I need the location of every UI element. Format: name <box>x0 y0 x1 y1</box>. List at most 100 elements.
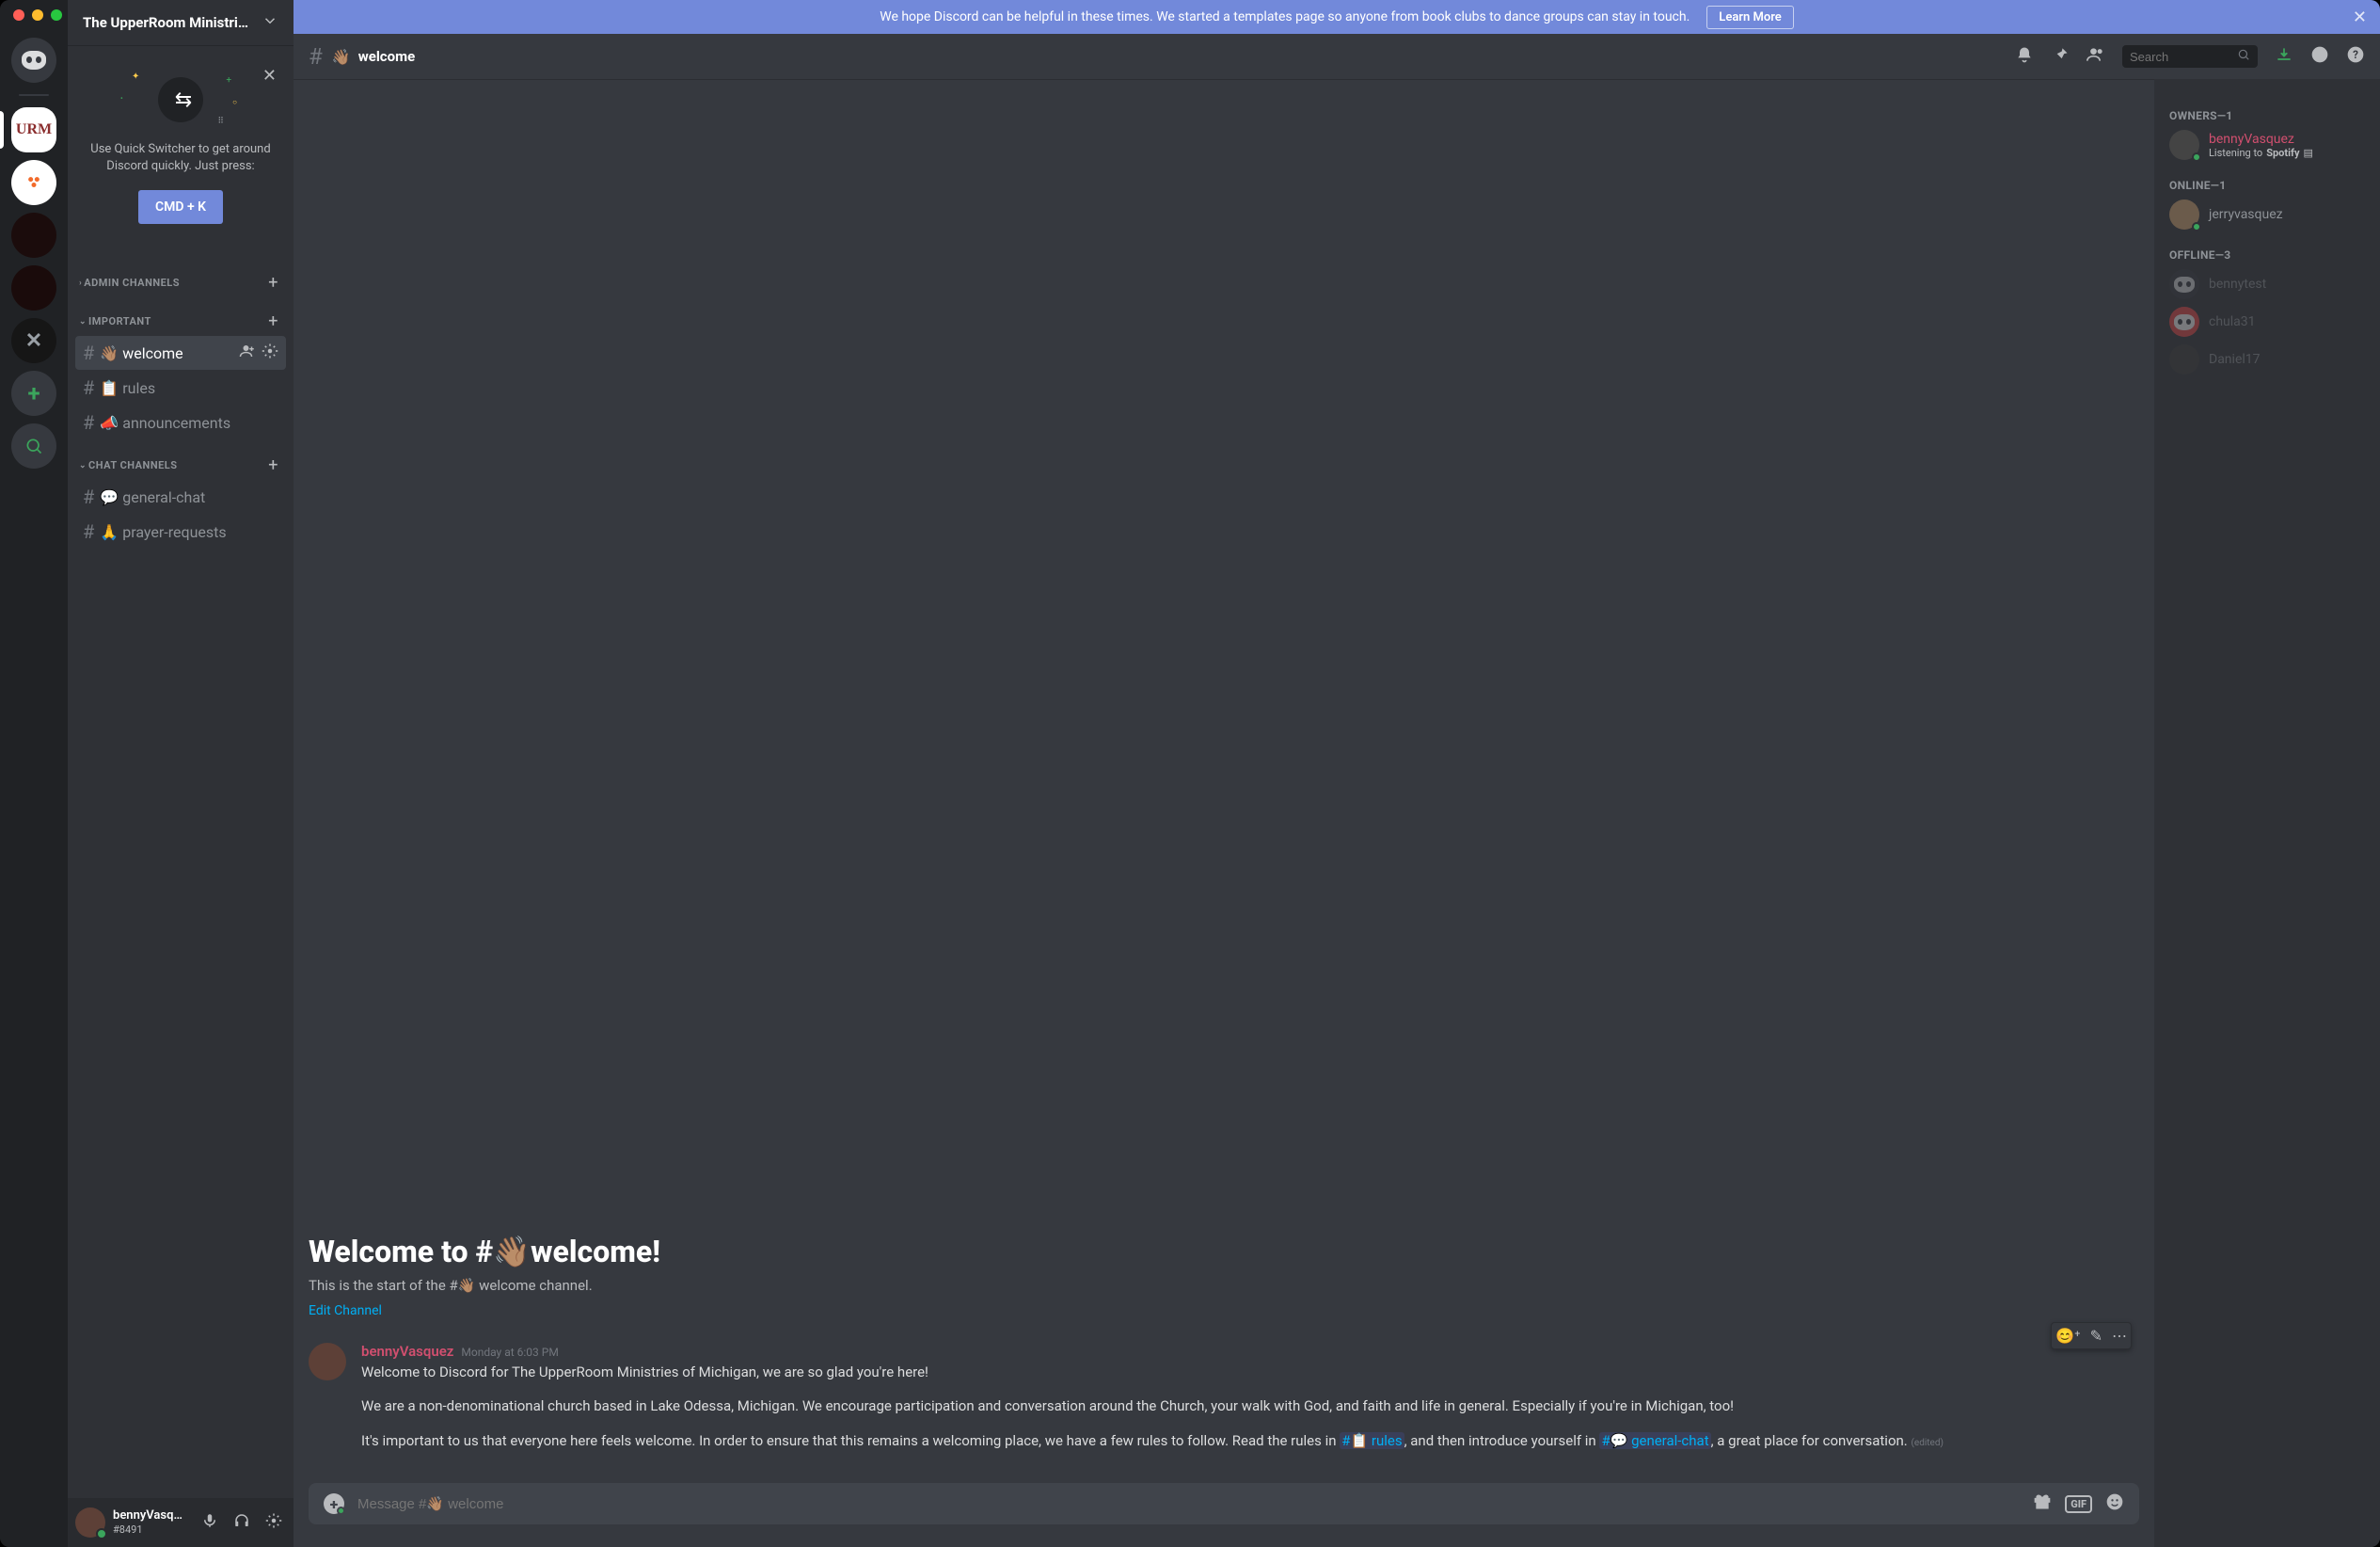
member-offline[interactable]: bennytest <box>2162 265 2372 303</box>
add-channel-important[interactable]: + <box>268 311 278 331</box>
message-scroll[interactable]: Welcome to #👋🏽welcome! This is the start… <box>294 79 2154 1483</box>
active-server-pill <box>0 111 4 149</box>
status-online-icon <box>96 1528 107 1539</box>
discord-window: URM ✕ + The UpperRoom Ministri… ✕ ✦ • + <box>0 0 2380 1547</box>
deafen-button[interactable] <box>230 1508 254 1537</box>
swap-arrows-icon: ⇆ <box>175 88 186 112</box>
message-p3: It's important to us that everyone here … <box>361 1430 2139 1452</box>
mute-mic-button[interactable] <box>198 1508 222 1537</box>
server-icon-4[interactable] <box>11 265 56 311</box>
category-chat[interactable]: ⌄ Chat Channels + <box>75 455 286 479</box>
message-input[interactable] <box>357 1496 2020 1512</box>
channel-mention-general[interactable]: #💬 general-chat <box>1599 1432 1710 1449</box>
member-online[interactable]: jerryvasquez <box>2162 196 2372 233</box>
server-icon-5[interactable]: ✕ <box>11 318 56 363</box>
member-avatar <box>2169 130 2199 160</box>
gif-button[interactable]: GIF <box>2065 1495 2092 1513</box>
member-name: chula31 <box>2209 314 2256 329</box>
category-important[interactable]: ⌄ Important + <box>75 311 286 335</box>
banner-learn-more-button[interactable]: Learn More <box>1706 6 1793 29</box>
chevron-down-icon <box>262 12 278 33</box>
member-offline[interactable]: chula31 <box>2162 303 2372 341</box>
explore-servers-button[interactable] <box>11 423 56 469</box>
member-avatar <box>2169 307 2199 337</box>
message-composer: + GIF <box>309 1483 2139 1524</box>
quick-switcher-hotkey-button[interactable]: CMD + K <box>138 190 223 224</box>
channel-sidebar: The UpperRoom Ministri… ✕ ✦ • + ○ ⠿ ⇆ Us… <box>68 0 294 1547</box>
hash-icon: # <box>83 486 94 508</box>
edit-channel-link[interactable]: Edit Channel <box>309 1303 2139 1318</box>
member-avatar <box>2169 269 2199 299</box>
channel-prayer-requests[interactable]: # 🙏 prayer-requests <box>75 515 286 549</box>
self-avatar[interactable] <box>75 1507 105 1538</box>
server-icon-3[interactable] <box>11 213 56 258</box>
mentions-button[interactable] <box>2310 45 2329 68</box>
self-username: bennyVasq… <box>113 1509 190 1523</box>
server-icon-2[interactable] <box>11 160 56 205</box>
server-header[interactable]: The UpperRoom Ministri… <box>68 0 294 45</box>
notifications-button[interactable] <box>2015 45 2034 68</box>
channel-rules[interactable]: # 📋 rules <box>75 371 286 405</box>
category-admin-label: Admin Channels <box>84 277 180 289</box>
add-channel-chat[interactable]: + <box>268 455 278 475</box>
window-minimize-button[interactable] <box>32 9 43 21</box>
pinned-messages-button[interactable] <box>2051 45 2070 68</box>
message-timestamp: Monday at 6:03 PM <box>461 1346 558 1359</box>
create-invite-icon[interactable] <box>239 343 256 363</box>
rail-separator <box>19 94 49 96</box>
emoji-picker-button[interactable] <box>2105 1492 2124 1516</box>
category-important-label: Important <box>88 315 151 327</box>
search-box[interactable] <box>2122 45 2258 68</box>
message-author[interactable]: bennyVasquez <box>361 1343 453 1360</box>
edited-label: (edited) <box>1911 1438 1944 1448</box>
plus-icon: + <box>27 380 40 407</box>
caret-down-icon: ⌄ <box>79 317 87 327</box>
channel-announcements[interactable]: # 📣 announcements <box>75 406 286 439</box>
member-list: Owners—1 bennyVasquez Listening to Spoti… <box>2154 79 2380 1547</box>
channel-general-chat[interactable]: # 💬 general-chat <box>75 480 286 514</box>
chat-area: Welcome to #👋🏽welcome! This is the start… <box>294 79 2154 1547</box>
server-urm[interactable]: URM <box>11 107 56 152</box>
quick-switcher-text: Use Quick Switcher to get around Discord… <box>88 141 273 175</box>
member-activity: Listening to Spotify ▤ <box>2209 147 2313 159</box>
member-name: Daniel17 <box>2209 352 2261 367</box>
message: 😊⁺ ✎ ⋯ bennyVasquez Monday at 6:03 PM <box>309 1335 2139 1484</box>
content-column: We hope Discord can be helpful in these … <box>294 0 2380 1547</box>
member-offline[interactable]: Daniel17 <box>2162 341 2372 378</box>
discord-logo-icon <box>2174 314 2195 330</box>
banner-close-button[interactable]: ✕ <box>2353 8 2367 27</box>
message-avatar[interactable] <box>309 1343 346 1380</box>
member-owner[interactable]: bennyVasquez Listening to Spotify ▤ <box>2162 126 2372 164</box>
gift-button[interactable] <box>2033 1492 2052 1516</box>
channel-mention-rules[interactable]: #📋 rules <box>1340 1432 1404 1449</box>
help-button[interactable]: ? <box>2346 45 2365 68</box>
wave-icon: 👋🏽 <box>100 344 119 362</box>
compass-icon <box>24 437 43 455</box>
clipboard-icon: 📋 <box>100 379 119 397</box>
inbox-download-button[interactable] <box>2275 45 2293 68</box>
edit-message-button[interactable]: ✎ <box>2090 1327 2102 1345</box>
members-online-header: Online—1 <box>2162 164 2372 196</box>
megaphone-icon: 📣 <box>100 414 119 432</box>
mac-traffic-lights <box>13 9 62 21</box>
message-p1: Welcome to Discord for The UpperRoom Min… <box>361 1362 2139 1383</box>
add-server-button[interactable]: + <box>11 371 56 416</box>
more-actions-button[interactable]: ⋯ <box>2112 1327 2127 1345</box>
add-channel-admin[interactable]: + <box>268 273 278 293</box>
search-input[interactable] <box>2130 50 2237 64</box>
discord-logo-icon <box>2174 277 2195 293</box>
attach-button[interactable]: + <box>324 1493 344 1514</box>
user-settings-button[interactable] <box>262 1508 286 1537</box>
add-reaction-button[interactable]: 😊⁺ <box>2055 1327 2080 1345</box>
message-toolbar: 😊⁺ ✎ ⋯ <box>2051 1322 2132 1349</box>
window-zoom-button[interactable] <box>51 9 62 21</box>
quick-switcher-close[interactable]: ✕ <box>262 66 277 86</box>
window-close-button[interactable] <box>13 9 24 21</box>
self-tag: #8491 <box>113 1523 190 1536</box>
member-name: bennyVasquez <box>2209 132 2313 147</box>
member-list-toggle[interactable] <box>2086 45 2105 68</box>
category-admin[interactable]: › Admin Channels + <box>75 273 286 296</box>
home-button[interactable] <box>11 38 56 83</box>
channel-welcome[interactable]: # 👋🏽 welcome <box>75 336 286 370</box>
channel-settings-icon[interactable] <box>262 343 278 363</box>
